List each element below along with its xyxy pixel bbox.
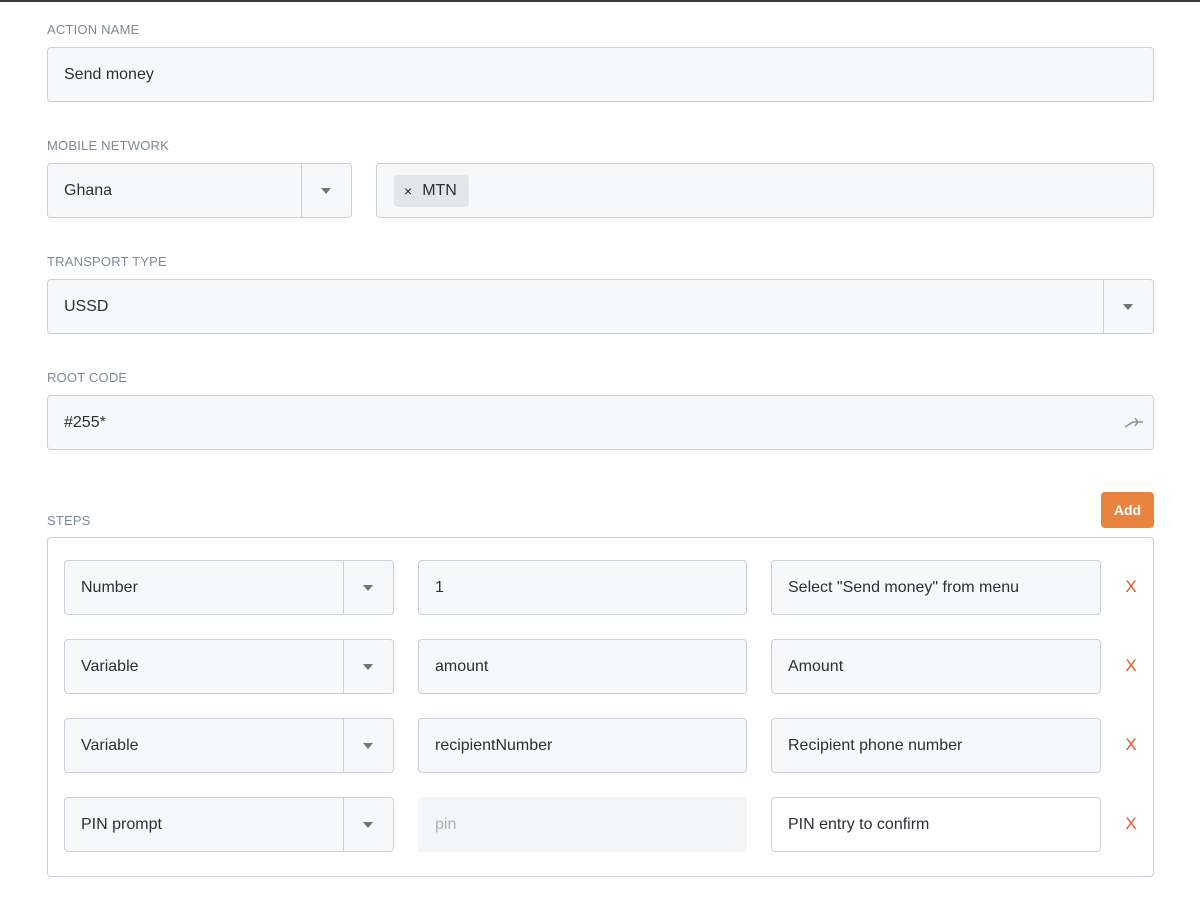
step-value: 1 [435,578,444,596]
step-description-input[interactable]: Amount [771,639,1101,694]
close-icon[interactable]: × [404,183,412,199]
step-description-input[interactable]: Recipient phone number [771,718,1101,773]
action-name-input[interactable]: Send money [47,47,1154,102]
add-step-button[interactable]: Add [1101,492,1154,528]
step-value-input[interactable]: amount [418,639,747,694]
chevron-down-icon[interactable] [363,584,373,591]
root-code-value: #255* [64,413,106,431]
remove-step-button[interactable]: X [1123,813,1139,835]
chevron-down-icon[interactable] [363,663,373,670]
step-value: amount [435,657,489,675]
select-divider [343,640,344,693]
remove-step-button[interactable]: X [1123,576,1139,598]
select-divider [301,164,302,217]
remove-step-button[interactable]: X [1123,655,1139,677]
step-type-value: PIN prompt [81,815,162,833]
step-type-value: Variable [81,736,139,754]
step-type-value: Variable [81,657,139,675]
step-description: Amount [788,657,844,675]
network-tag: × MTN [394,175,469,207]
step-value: recipientNumber [435,736,553,754]
step-type-value: Number [81,578,138,596]
country-value: Ghana [64,181,113,199]
step-description: Recipient phone number [788,736,963,754]
country-select[interactable]: Ghana [47,163,352,218]
steps-label: STEPS [47,513,91,528]
step-description: Select "Send money" from menu [788,578,1020,596]
select-divider [343,561,344,614]
root-code-input[interactable]: #255* [47,395,1154,450]
remove-step-button[interactable]: X [1123,734,1139,756]
top-border [0,0,1200,2]
step-value-input[interactable]: 1 [418,560,747,615]
action-name-label: ACTION NAME [47,22,140,37]
transport-type-select[interactable]: USSD [47,279,1154,334]
chevron-down-icon[interactable] [363,821,373,828]
root-code-label: ROOT CODE [47,370,128,385]
step-value-placeholder: pin [435,815,457,833]
step-type-select[interactable]: Number [64,560,394,615]
chevron-down-icon[interactable] [363,742,373,749]
mobile-network-label: MOBILE NETWORK [47,138,169,153]
step-value-input[interactable]: pin [418,797,747,852]
step-description-input[interactable]: Select "Send money" from menu [771,560,1101,615]
step-type-select[interactable]: Variable [64,639,394,694]
network-tag-label: MTN [422,182,457,199]
action-name-value: Send money [64,65,154,83]
transport-type-value: USSD [64,297,109,315]
key-icon[interactable] [1123,413,1145,433]
step-type-select[interactable]: PIN prompt [64,797,394,852]
step-description-input[interactable]: PIN entry to confirm [771,797,1101,852]
step-value-input[interactable]: recipientNumber [418,718,747,773]
chevron-down-icon[interactable] [1123,303,1133,310]
chevron-down-icon[interactable] [321,187,331,194]
select-divider [343,719,344,772]
network-multiselect[interactable]: × MTN [376,163,1154,218]
select-divider [1103,280,1104,333]
step-type-select[interactable]: Variable [64,718,394,773]
select-divider [343,798,344,851]
transport-type-label: TRANSPORT TYPE [47,254,167,269]
step-description: PIN entry to confirm [788,815,930,833]
